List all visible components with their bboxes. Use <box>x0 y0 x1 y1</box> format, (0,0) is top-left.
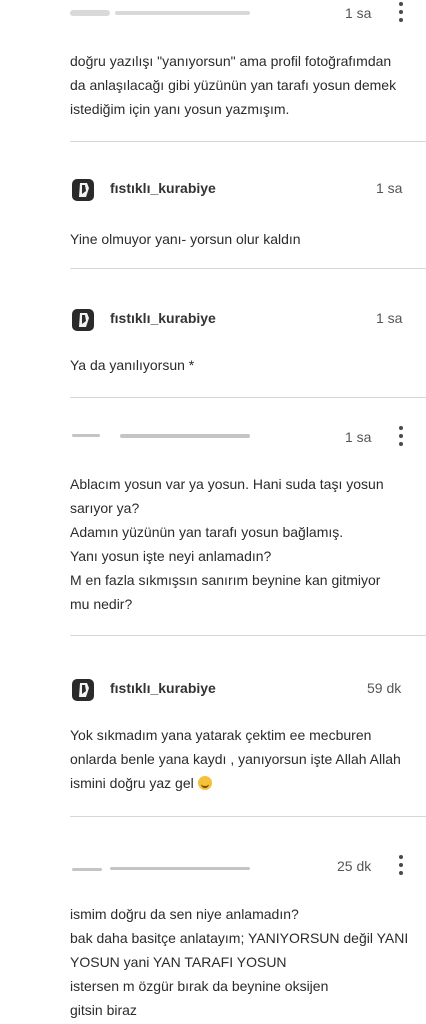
comment-body: Ya da yanılıyorsun * <box>70 353 420 377</box>
comment-line: da anlaşılacağı gibi yüzünün yan tarafı … <box>70 77 397 93</box>
comment-line: doğru yazılışı "yanıyorsun" ama profil f… <box>70 53 392 69</box>
comment-line: onlarda benle yana kaydı , yanıyorsun iş… <box>70 751 401 767</box>
blurred-username <box>115 11 250 15</box>
comment-body: Yok sıkmadım yana yatarak çektim ee mecb… <box>70 723 420 795</box>
separator <box>70 635 426 636</box>
comment-time: 1 sa <box>345 429 372 445</box>
story-ring <box>72 687 85 701</box>
separator <box>70 816 426 817</box>
comment-line: YOSUN yani YAN TARAFI YOSUN <box>70 954 287 970</box>
comment-header: fıstıklı_kurabiye 59 dk <box>0 677 426 707</box>
blurred-username <box>72 868 102 871</box>
grinning-sweat-emoji-icon <box>197 776 212 790</box>
comment-username[interactable]: fıstıklı_kurabiye <box>110 680 216 696</box>
comment-time: 59 dk <box>367 680 402 696</box>
avatar[interactable] <box>72 179 94 201</box>
comment-line: Yine olmuyor yanı- yorsun olur kaldın <box>70 231 301 247</box>
blurred-username <box>72 434 100 437</box>
more-options-icon[interactable] <box>395 2 407 24</box>
comment-line: Yanı yosun işte neyi anlamadın? <box>70 548 272 564</box>
comment-line: Yok sıkmadım yana yatarak çektim ee mecb… <box>70 727 372 743</box>
comment-body: Yine olmuyor yanı- yorsun olur kaldın <box>70 227 420 251</box>
blurred-username <box>120 434 250 438</box>
comment-username[interactable]: fıstıklı_kurabiye <box>110 180 216 196</box>
comment-line: ismim doğru da sen niye anlamadın? <box>70 906 299 922</box>
comment-line: Adamın yüzünün yan tarafı yosun bağlamış… <box>70 524 344 540</box>
comment-username[interactable]: fıstıklı_kurabiye <box>110 310 216 326</box>
comment-time: 1 sa <box>376 180 403 196</box>
comment-header: 1 sa <box>0 424 426 454</box>
separator <box>70 268 426 269</box>
more-options-icon[interactable] <box>395 426 407 448</box>
comment-body: ismim doğru da sen niye anlamadın? bak d… <box>70 902 420 1022</box>
comment-line: mu nedir? <box>70 596 133 612</box>
blurred-username <box>70 10 110 16</box>
comment-line: Ablacım yosun var ya yosun. Hani suda ta… <box>70 476 384 492</box>
story-ring <box>72 187 85 201</box>
comment-body: Ablacım yosun var ya yosun. Hani suda ta… <box>70 472 420 616</box>
comment-time: 1 sa <box>376 310 403 326</box>
comment-line: gitsin biraz <box>70 1002 137 1018</box>
blurred-username <box>110 867 250 870</box>
comment-header: 25 dk <box>0 855 426 885</box>
comment-line: M en fazla sıkmışsın sanırım beynine kan… <box>70 572 381 588</box>
comment-body: doğru yazılışı "yanıyorsun" ama profil f… <box>70 49 420 121</box>
comment-line: bak daha basitçe anlatayım; YANIYORSUN d… <box>70 930 409 946</box>
separator <box>70 397 426 398</box>
avatar[interactable] <box>72 309 94 331</box>
comment-line: Ya da yanılıyorsun * <box>70 357 195 373</box>
comment-header: fıstıklı_kurabiye 1 sa <box>0 307 426 337</box>
avatar[interactable] <box>72 679 94 701</box>
comment-time: 25 dk <box>337 858 372 874</box>
comment-line: sarıyor ya? <box>70 500 140 516</box>
separator <box>70 141 426 142</box>
comment-time: 1 sa <box>345 5 372 21</box>
comment-header: 1 sa <box>0 0 426 30</box>
more-options-icon[interactable] <box>395 855 407 877</box>
comment-line: ismini doğru yaz gel <box>70 771 420 795</box>
comment-header: fıstıklı_kurabiye 1 sa <box>0 177 426 207</box>
comment-line-text: ismini doğru yaz gel <box>70 775 194 791</box>
story-ring <box>72 317 85 331</box>
comment-line: istediğim için yanı yosun yazmışım. <box>70 101 290 117</box>
comment-line: istersen m özgür bırak da beynine oksije… <box>70 978 329 994</box>
